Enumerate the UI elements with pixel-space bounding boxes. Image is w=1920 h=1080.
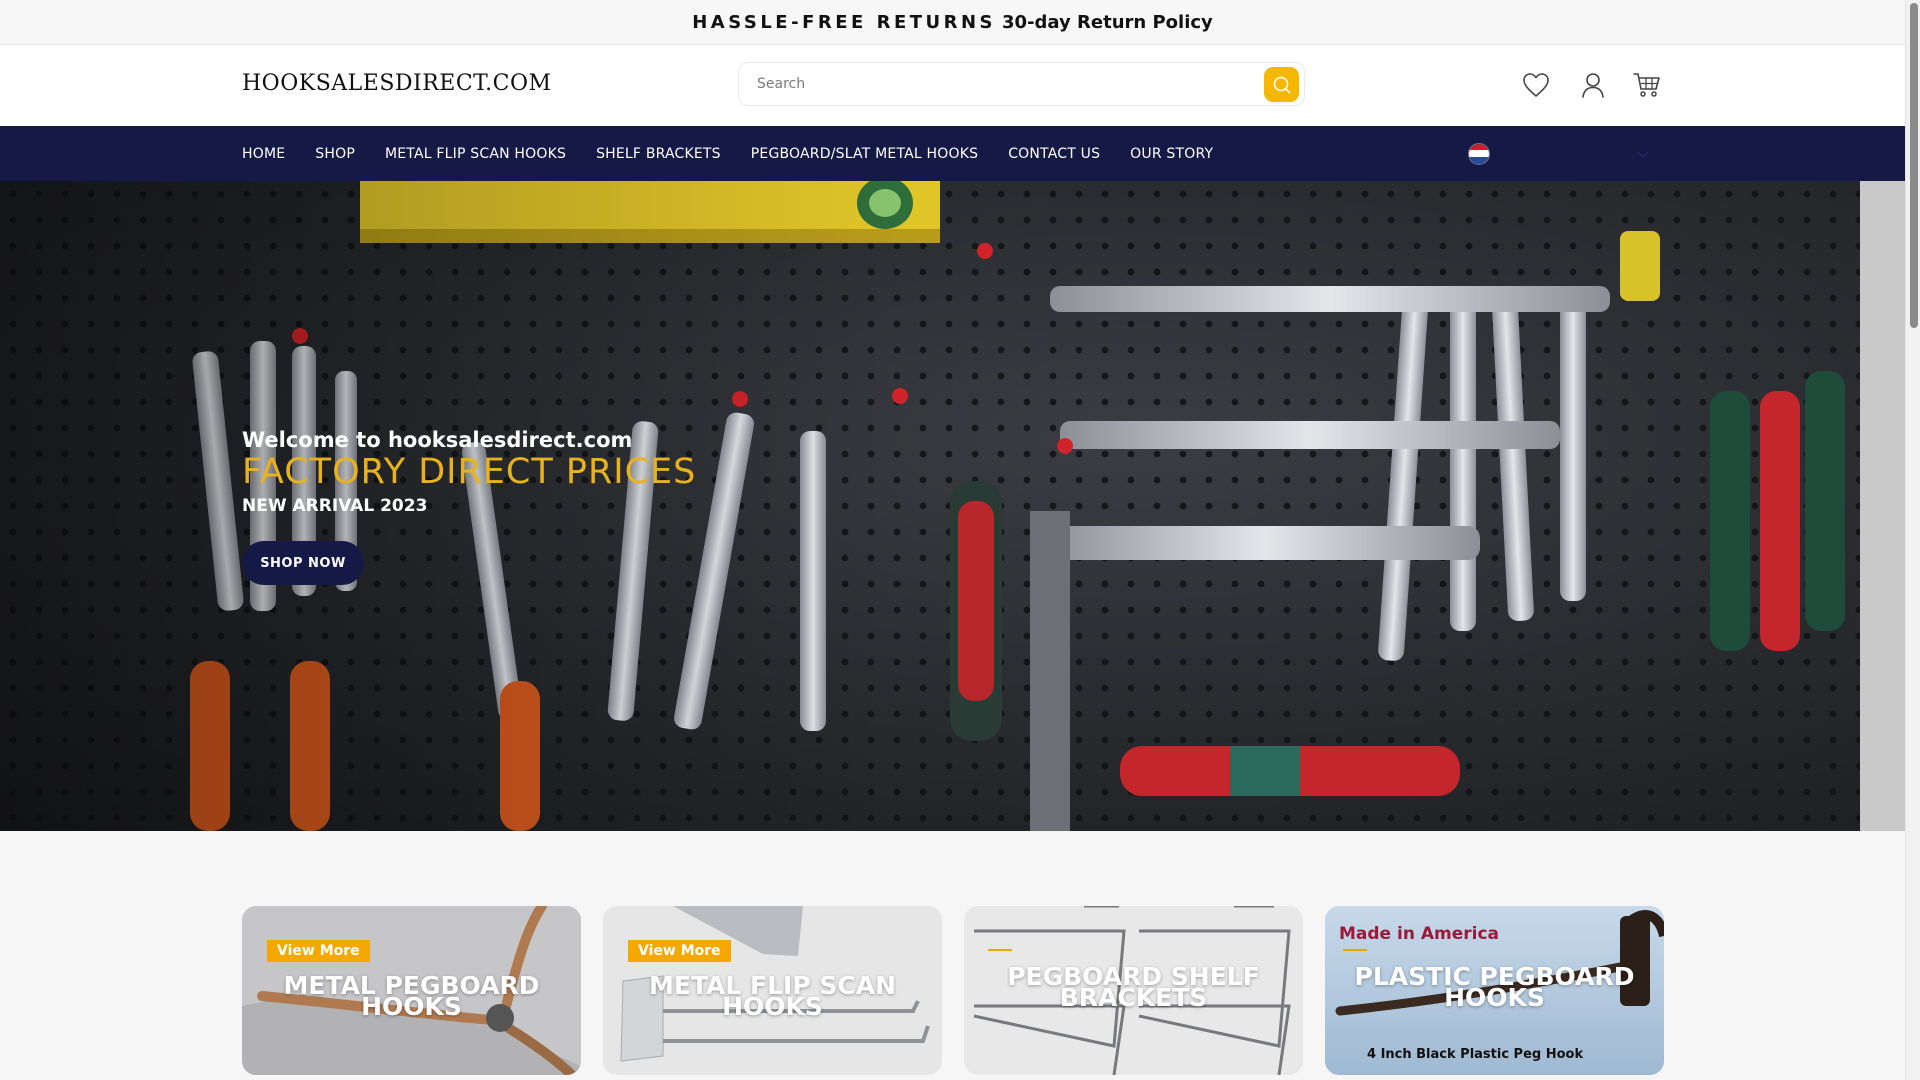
- category-title: PEGBOARD SHELF BRACKETS: [964, 964, 1303, 1010]
- netherlands-flag-icon: [1468, 142, 1490, 165]
- scrollbar-thumb[interactable]: [1910, 3, 1918, 328]
- nav-item-pegboard-slat-metal-hooks[interactable]: PEGBOARD/SLAT METAL HOOKS: [751, 146, 978, 162]
- search-input[interactable]: [757, 63, 1237, 105]
- page-scrollbar[interactable]: [1905, 0, 1920, 1080]
- heart-icon: [1523, 73, 1549, 97]
- cart-icon: [1633, 73, 1660, 97]
- hero-headline: FACTORY DIRECT PRICES: [242, 452, 697, 492]
- announcement-strong: HASSLE-FREE RETURNS: [692, 11, 997, 33]
- accent-line: [1343, 949, 1367, 951]
- search-button[interactable]: [1264, 67, 1299, 102]
- hero-text: Welcome to hooksalesdirect.com FACTORY D…: [242, 428, 696, 516]
- category-card-metal-flip-scan-hooks[interactable]: View More METAL FLIP SCAN HOOKS: [603, 906, 942, 1075]
- nav-item-shop[interactable]: SHOP: [315, 146, 355, 162]
- view-more-badge[interactable]: View More: [267, 940, 370, 962]
- view-more-badge[interactable]: View More: [628, 940, 731, 962]
- nav-item-shelf-brackets[interactable]: SHELF BRACKETS: [596, 146, 721, 162]
- site-logo[interactable]: HOOKSALESDIRECT.COM: [242, 71, 552, 96]
- search-bar: [738, 62, 1305, 106]
- nav-item-contact-us[interactable]: CONTACT US: [1008, 146, 1100, 162]
- locale-selector[interactable]: Netherlands (EUR €): [1468, 126, 1649, 181]
- search-icon: [1273, 76, 1290, 93]
- hero-welcome: Welcome to hooksalesdirect.com: [242, 428, 633, 452]
- page: HASSLE-FREE RETURNS 30-day Return Policy…: [0, 0, 1905, 1080]
- cart-button[interactable]: [1631, 69, 1663, 101]
- nav-item-home[interactable]: HOME: [242, 146, 285, 162]
- hero-banner: Welcome to hooksalesdirect.com FACTORY D…: [0, 181, 1905, 831]
- wishlist-button[interactable]: [1520, 69, 1552, 101]
- category-title: PLASTIC PEGBOARD HOOKS: [1325, 964, 1664, 1010]
- announcement-text: 30-day Return Policy: [1002, 11, 1213, 33]
- category-grid: View More METAL PEGBOARD HOOKS View More…: [242, 906, 1686, 1075]
- nav-item-our-story[interactable]: OUR STORY: [1130, 146, 1213, 162]
- site-header: HOOKSALESDIRECT.COM: [0, 45, 1905, 126]
- main-nav: HOME SHOP METAL FLIP SCAN HOOKS SHELF BR…: [0, 126, 1905, 181]
- nav-item-metal-flip-scan-hooks[interactable]: METAL FLIP SCAN HOOKS: [385, 146, 566, 162]
- made-in-america-tag: Made in America: [1339, 924, 1500, 944]
- account-button[interactable]: [1577, 69, 1609, 101]
- category-title: METAL FLIP SCAN HOOKS: [603, 973, 942, 1019]
- category-title: METAL PEGBOARD HOOKS: [242, 973, 581, 1019]
- user-icon: [1582, 73, 1604, 98]
- hero-subheading: NEW ARRIVAL 2023: [242, 496, 428, 516]
- announcement-bar: HASSLE-FREE RETURNS 30-day Return Policy: [0, 0, 1905, 45]
- locale-label: Netherlands (EUR €): [1498, 146, 1631, 161]
- category-card-pegboard-shelf-brackets[interactable]: PEGBOARD SHELF BRACKETS: [964, 906, 1303, 1075]
- chevron-down-icon: [1637, 145, 1649, 158]
- category-card-metal-pegboard-hooks[interactable]: View More METAL PEGBOARD HOOKS: [242, 906, 581, 1075]
- shop-now-button[interactable]: SHOP NOW: [242, 541, 364, 585]
- category-caption: 4 Inch Black Plastic Peg Hook: [1367, 1047, 1584, 1062]
- category-card-plastic-pegboard-hooks[interactable]: Made in America PLASTIC PEGBOARD HOOKS 4…: [1325, 906, 1664, 1075]
- accent-line: [988, 949, 1012, 951]
